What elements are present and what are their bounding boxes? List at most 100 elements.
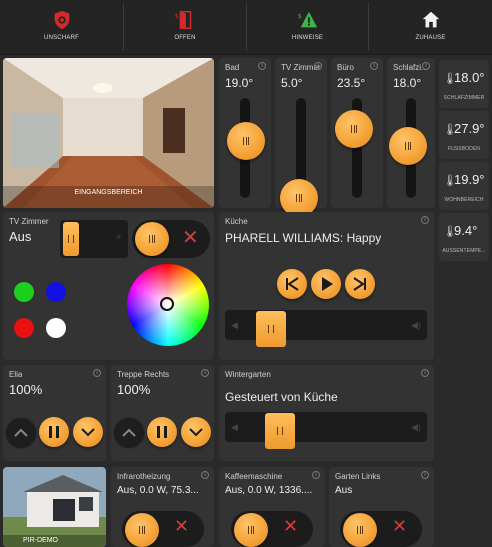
close-icon[interactable]: ✕ — [182, 225, 199, 250]
music-track: PHARELL WILLIAMS: Happy — [225, 231, 382, 245]
temp-aussen[interactable]: 🌡 9.4° AUSSENTEMPE... — [439, 213, 489, 261]
svg-text:$: $ — [297, 12, 301, 20]
previous-icon — [286, 277, 299, 291]
previous-button[interactable] — [277, 269, 307, 299]
dimmer-bad: Bad i 19.0° — [219, 58, 271, 208]
notifications-label: HINWEISE — [291, 35, 324, 41]
switch-title: Infrarotheizung — [117, 472, 171, 481]
dimmer-knob[interactable] — [335, 110, 373, 148]
brightness-slider[interactable]: ☀ — [60, 220, 128, 258]
volume-high-icon: ◀) — [411, 320, 421, 330]
color-preset-green[interactable] — [14, 282, 34, 302]
temp-value: 27.9° — [454, 121, 485, 136]
down-button[interactable] — [181, 417, 211, 447]
on-button[interactable] — [135, 222, 169, 256]
shade-elia-card: Elia i 100% — [3, 365, 106, 461]
dimmer-buero: Büro i 23.5° — [331, 58, 383, 208]
pir-camera-tile[interactable]: PIR-DEMO — [3, 467, 106, 547]
on-button[interactable] — [234, 513, 268, 547]
close-icon[interactable]: ✕ — [392, 516, 407, 537]
color-preset-white[interactable] — [46, 318, 66, 338]
switch-infrarotheizung: Infrarotheizung i Aus, 0.0 W, 75.3... ✕ — [111, 467, 214, 547]
info-icon[interactable]: i — [258, 62, 266, 70]
dimmer-value: 18.0° — [393, 76, 422, 90]
shade-value: 100% — [9, 382, 43, 397]
info-icon[interactable]: i — [421, 471, 429, 479]
on-button[interactable] — [343, 513, 377, 547]
dimmer-title: Büro — [337, 63, 354, 72]
temp-schlafzimmer[interactable]: 🌡 18.0° SCHLAFZIMMER — [439, 60, 489, 108]
close-icon[interactable]: ✕ — [174, 516, 189, 537]
chevron-up-icon — [122, 428, 136, 437]
down-button[interactable] — [73, 417, 103, 447]
pir-camera-label: PIR-DEMO — [23, 537, 58, 544]
warning-icon: $ — [297, 11, 317, 28]
dimmer-value: 5.0° — [281, 76, 303, 90]
info-icon[interactable]: i — [201, 369, 209, 377]
svg-text:$: $ — [175, 12, 179, 20]
dimmer-knob[interactable] — [389, 127, 427, 165]
camera-tile[interactable]: EINGANGSBEREICH — [3, 58, 214, 208]
temp-label: SCHLAFZIMMER — [443, 95, 485, 101]
info-icon[interactable]: i — [422, 62, 430, 70]
tv-light-switch[interactable]: ✕ — [132, 220, 210, 258]
dimmer-schlafzimmer: Schlafzi... i 18.0° — [387, 58, 435, 208]
color-preset-blue[interactable] — [46, 282, 66, 302]
volume-handle[interactable] — [265, 413, 295, 449]
shade-title: Treppe Rechts — [117, 370, 170, 379]
up-button[interactable] — [113, 417, 145, 449]
home-icon — [422, 11, 439, 28]
camera-image — [3, 58, 214, 208]
stop-button[interactable] — [147, 417, 177, 447]
chevron-up-icon — [14, 428, 28, 437]
camera-label: EINGANGSBEREICH — [74, 189, 143, 196]
switch-kaffeemaschine: Kaffeemaschine i Aus, 0.0 W, 1336.... ✕ — [219, 467, 325, 547]
stop-button[interactable] — [39, 417, 69, 447]
temp-wohnbereich[interactable]: 🌡 19.9° WOHNBEREICH — [439, 162, 489, 210]
volume-low-icon: ◀ — [231, 422, 238, 432]
next-icon — [353, 277, 366, 291]
volume-handle[interactable] — [256, 311, 286, 347]
switch-toggle[interactable]: ✕ — [340, 511, 422, 547]
temp-label: FUSSBODEN — [447, 146, 481, 152]
switch-toggle[interactable]: ✕ — [231, 511, 313, 547]
dimmer-knob[interactable] — [227, 122, 265, 160]
sun-icon: ☀ — [114, 232, 123, 242]
temp-value: 9.4° — [454, 223, 478, 238]
top-bar: UNSCHARF $ OFFEN $ HINWEISE ZUHAUSE — [0, 0, 492, 55]
info-icon[interactable]: i — [421, 216, 429, 224]
color-preset-red[interactable] — [14, 318, 34, 338]
pause-icon — [157, 426, 167, 438]
info-icon[interactable]: i — [421, 369, 429, 377]
alarm-button[interactable]: UNSCHARF — [0, 0, 123, 54]
info-icon[interactable]: i — [312, 471, 320, 479]
brightness-handle[interactable] — [63, 222, 79, 256]
info-icon[interactable]: i — [314, 62, 322, 70]
shade-value: 100% — [117, 382, 151, 397]
wintergarten-volume-slider[interactable]: ◀ ◀) — [225, 412, 427, 442]
info-icon[interactable]: i — [93, 369, 101, 377]
switch-toggle[interactable]: ✕ — [122, 511, 204, 547]
temp-fussboden[interactable]: 🌡 27.9° FUSSBODEN — [439, 111, 489, 159]
home-button[interactable]: ZUHAUSE — [369, 0, 492, 54]
door-open-icon: $ — [175, 11, 192, 30]
dimmer-title: Bad — [225, 63, 240, 72]
dimmer-tv-zimmer: TV Zimmer i 5.0° — [275, 58, 327, 217]
pause-icon — [49, 426, 59, 438]
shield-alarm-icon — [54, 10, 69, 30]
color-picker-handle[interactable] — [160, 297, 174, 311]
info-icon[interactable]: i — [201, 471, 209, 479]
play-button[interactable] — [311, 269, 341, 299]
shade-title: Elia — [9, 370, 23, 379]
info-icon[interactable]: i — [370, 62, 378, 70]
next-button[interactable] — [345, 269, 375, 299]
tv-light-card: TV Zimmer Aus ☀ ✕ — [3, 212, 214, 360]
up-button[interactable] — [5, 417, 37, 449]
color-wheel[interactable] — [127, 264, 209, 346]
notifications-button[interactable]: $ HINWEISE — [247, 0, 368, 54]
doors-button[interactable]: $ OFFEN — [124, 0, 246, 54]
on-button[interactable] — [125, 513, 159, 547]
close-icon[interactable]: ✕ — [283, 516, 298, 537]
switch-title: Kaffeemaschine — [225, 472, 283, 481]
chevron-down-icon — [189, 428, 203, 437]
